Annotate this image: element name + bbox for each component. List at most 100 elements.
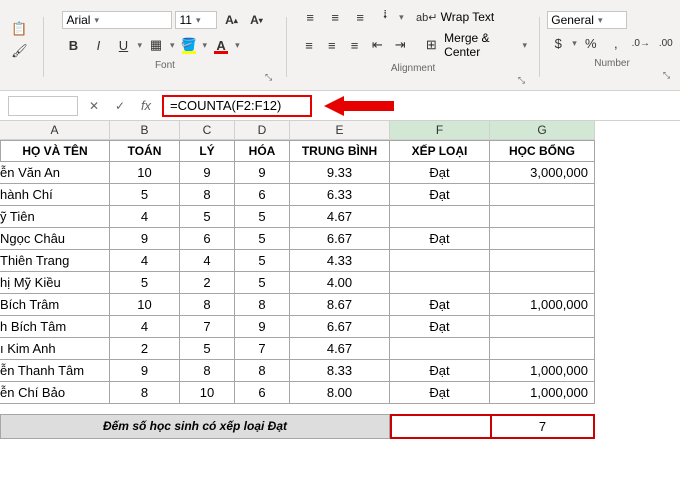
number-format-select[interactable]: General ▾	[547, 11, 627, 29]
cell[interactable]: 6.67	[290, 316, 390, 338]
spreadsheet-grid[interactable]: ABCDEFG HỌ VÀ TÊNTOÁNLÝHÓATRUNG BÌNHXẾP …	[0, 121, 680, 439]
cell[interactable]: 7	[180, 316, 235, 338]
italic-button[interactable]: I	[87, 34, 109, 56]
cell[interactable]: 4.00	[290, 272, 390, 294]
fill-color-button[interactable]: 🪣	[178, 34, 200, 56]
column-header-D[interactable]: D	[235, 121, 290, 140]
cell[interactable]: 10	[180, 382, 235, 404]
cell[interactable]	[390, 206, 490, 228]
bold-button[interactable]: B	[62, 34, 84, 56]
cell[interactable]: 3,000,000	[490, 162, 595, 184]
cell[interactable]: 5	[180, 338, 235, 360]
cell[interactable]: 4	[180, 250, 235, 272]
cell[interactable]: 1,000,000	[490, 360, 595, 382]
cell[interactable]: 10	[110, 162, 180, 184]
cell[interactable]: Đạt	[390, 316, 490, 338]
font-name-select[interactable]: Arial ▾	[62, 11, 172, 29]
borders-button[interactable]: ▦	[145, 34, 167, 56]
cell[interactable]: ỹ Tiên	[0, 206, 110, 228]
wrap-text-button[interactable]: Wrap Text	[441, 10, 495, 24]
align-middle-button[interactable]: ≡	[324, 6, 346, 28]
cell[interactable]: 4	[110, 316, 180, 338]
cell[interactable]: 8	[235, 294, 290, 316]
increase-decimal-button[interactable]: .0→	[630, 32, 652, 54]
cell[interactable]: hị Mỹ Kiều	[0, 272, 110, 294]
cell[interactable]	[490, 184, 595, 206]
cell[interactable]: 1,000,000	[490, 294, 595, 316]
column-header-E[interactable]: E	[290, 121, 390, 140]
cell[interactable]	[490, 228, 595, 250]
summary-gap-cell[interactable]	[390, 414, 490, 439]
increase-font-button[interactable]: A▴	[220, 9, 242, 31]
cell[interactable]: 5	[235, 228, 290, 250]
cell[interactable]: 4	[110, 250, 180, 272]
cell[interactable]	[490, 206, 595, 228]
cell[interactable]: 8.67	[290, 294, 390, 316]
table-header[interactable]: TOÁN	[110, 140, 180, 162]
align-bottom-button[interactable]: ≡	[349, 6, 371, 28]
dialog-launcher-icon[interactable]: ⤡	[663, 70, 670, 81]
cell[interactable]: 9	[235, 162, 290, 184]
cell[interactable]: 9	[235, 316, 290, 338]
accept-formula-button[interactable]: ✓	[110, 99, 130, 113]
align-left-button[interactable]: ≡	[299, 34, 319, 56]
cell[interactable]: Đạt	[390, 360, 490, 382]
cell[interactable]	[390, 250, 490, 272]
cell[interactable]: Thiên Trang	[0, 250, 110, 272]
column-header-C[interactable]: C	[180, 121, 235, 140]
cell[interactable]: 8	[235, 360, 290, 382]
cell[interactable]	[490, 272, 595, 294]
column-header-F[interactable]: F	[390, 121, 490, 140]
cell[interactable]: h Bích Tâm	[0, 316, 110, 338]
cell[interactable]: ễn Thanh Tâm	[0, 360, 110, 382]
cell[interactable]: Đạt	[390, 184, 490, 206]
dialog-launcher-icon[interactable]: ⤡	[265, 72, 272, 83]
cell[interactable]: 2	[180, 272, 235, 294]
cell[interactable]: 4.67	[290, 338, 390, 360]
cell[interactable]: 8	[180, 360, 235, 382]
cell[interactable]	[390, 272, 490, 294]
underline-button[interactable]: U	[112, 34, 134, 56]
cell[interactable]	[490, 338, 595, 360]
cell[interactable]: 5	[180, 206, 235, 228]
decrease-font-button[interactable]: A▾	[245, 9, 267, 31]
cell[interactable]	[490, 250, 595, 272]
cell[interactable]: 8	[180, 184, 235, 206]
cell[interactable]: Đạt	[390, 228, 490, 250]
cell[interactable]: 7	[235, 338, 290, 360]
cell[interactable]: 8	[180, 294, 235, 316]
accounting-format-button[interactable]: $	[547, 32, 569, 54]
format-painter-button[interactable]: 🖌	[8, 40, 30, 62]
summary-value-cell[interactable]: 7	[490, 414, 595, 439]
cell[interactable]: Ngọc Châu	[0, 228, 110, 250]
cell[interactable]: 8.33	[290, 360, 390, 382]
column-header-A[interactable]: A	[0, 121, 110, 140]
align-top-button[interactable]: ≡	[299, 6, 321, 28]
cell[interactable]: 6	[235, 382, 290, 404]
cell[interactable]: ễn Chí Bảo	[0, 382, 110, 404]
name-box[interactable]	[8, 96, 78, 116]
cell[interactable]: 5	[110, 184, 180, 206]
decrease-indent-button[interactable]: ⇤	[367, 34, 387, 56]
table-header[interactable]: XẾP LOẠI	[390, 140, 490, 162]
cell[interactable]: 1,000,000	[490, 382, 595, 404]
column-header-G[interactable]: G	[490, 121, 595, 140]
cell[interactable]: 4	[110, 206, 180, 228]
formula-input[interactable]: =COUNTA(F2:F12)	[162, 95, 312, 117]
cell[interactable]: Đạt	[390, 294, 490, 316]
cell[interactable]: ễn Văn An	[0, 162, 110, 184]
cell[interactable]: 10	[110, 294, 180, 316]
cell[interactable]: 6.33	[290, 184, 390, 206]
align-center-button[interactable]: ≡	[322, 34, 342, 56]
increase-indent-button[interactable]: ⇥	[390, 34, 410, 56]
decrease-decimal-button[interactable]: .00	[655, 32, 677, 54]
comma-button[interactable]: ,	[605, 32, 627, 54]
dialog-launcher-icon[interactable]: ⤡	[518, 75, 525, 86]
fx-button[interactable]: fx	[136, 98, 156, 113]
cell[interactable]: 9	[110, 360, 180, 382]
column-header-B[interactable]: B	[110, 121, 180, 140]
cell[interactable]: 4.33	[290, 250, 390, 272]
cell[interactable]: Đạt	[390, 382, 490, 404]
align-right-button[interactable]: ≡	[345, 34, 365, 56]
paste-button[interactable]: 📋	[8, 18, 30, 40]
